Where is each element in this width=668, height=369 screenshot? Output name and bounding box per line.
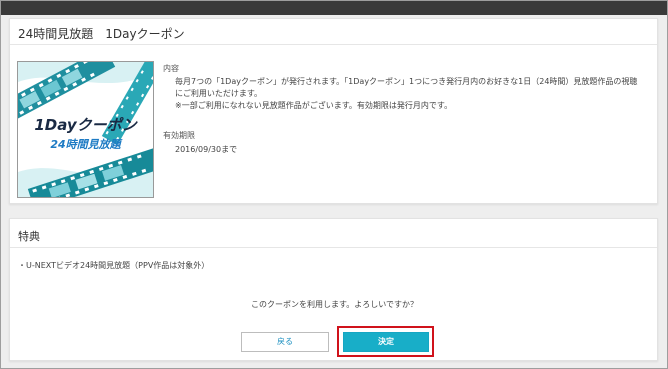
expiry-value: 2016/09/30まで bbox=[175, 145, 238, 154]
benefits-title: 特典 bbox=[18, 230, 40, 243]
confirm-button[interactable]: 決定 bbox=[343, 332, 429, 352]
coupon-card: 24時間見放題 1Dayクーポン 1Dayクーポン 24時間見放題 内容 毎月7… bbox=[9, 18, 658, 204]
coupon-image-sub-text: 24時間見放題 bbox=[50, 138, 121, 151]
coupon-image: 1Dayクーポン 24時間見放題 bbox=[17, 61, 154, 198]
benefits-title-divider bbox=[10, 247, 657, 248]
expiry-label: 有効期限 bbox=[163, 131, 195, 140]
content-line-1: 毎月7つの「1Dayクーポン」が発行されます。「1Dayクーポン」1つにつき発行… bbox=[175, 77, 638, 86]
coupon-image-main-text: 1Dayクーポン bbox=[34, 116, 137, 134]
content-line-3: ※一部ご利用になれない見放題作品がございます。有効期限は発行月内です。 bbox=[175, 101, 453, 110]
content-line-2: にご利用いただけます。 bbox=[175, 89, 263, 98]
content-label: 内容 bbox=[163, 64, 179, 73]
coupon-title-divider bbox=[10, 44, 657, 45]
page-frame: 24時間見放題 1Dayクーポン 1Dayクーポン 24時間見放題 内容 毎月7… bbox=[0, 0, 668, 369]
confirm-question: このクーポンを利用します。よろしいですか？ bbox=[251, 300, 418, 309]
benefit-item: ・U-NEXTビデオ24時間見放題（PPV作品は対象外） bbox=[18, 261, 210, 270]
back-button[interactable]: 戻る bbox=[241, 332, 329, 352]
coupon-title: 24時間見放題 1Dayクーポン bbox=[18, 27, 185, 41]
benefits-card: 特典 ・U-NEXTビデオ24時間見放題（PPV作品は対象外） このクーポンを利… bbox=[9, 218, 658, 361]
top-bar bbox=[1, 1, 667, 15]
